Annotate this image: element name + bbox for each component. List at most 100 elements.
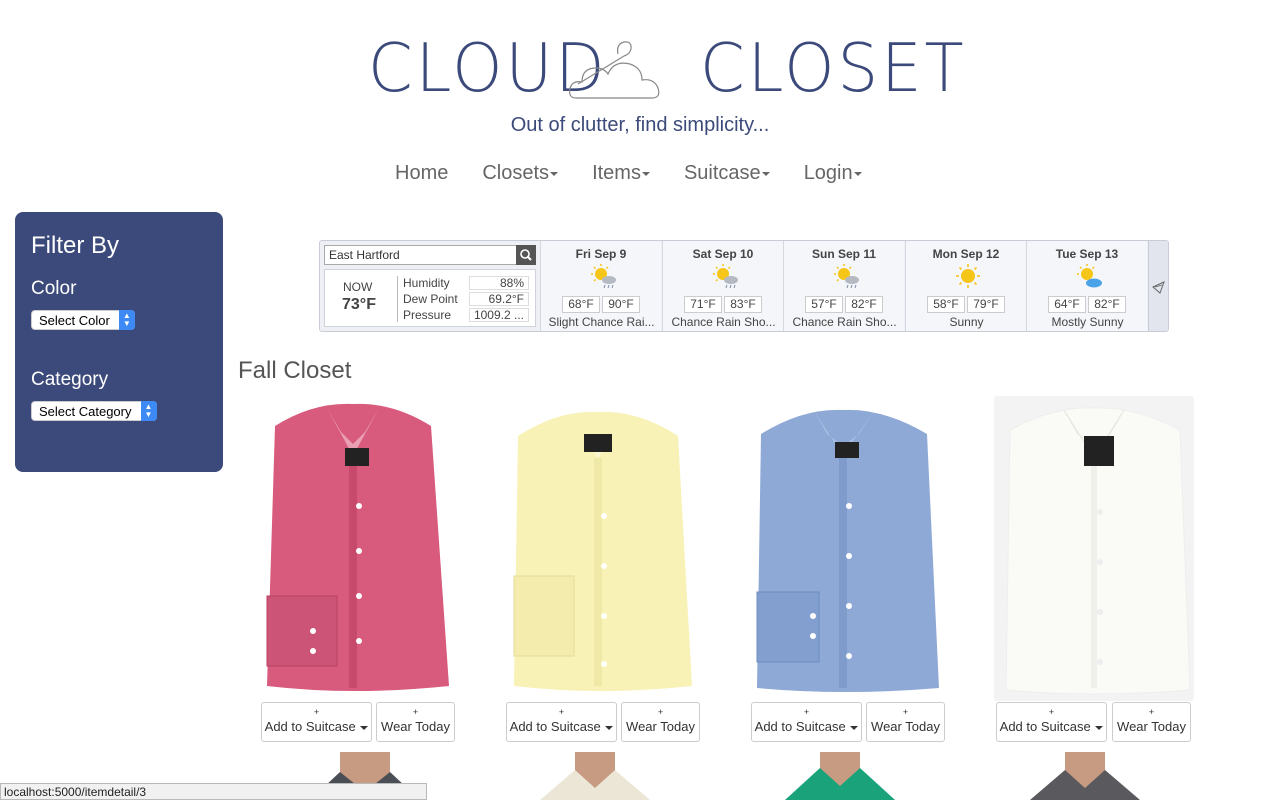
forecast-low: 71°F: [684, 296, 722, 313]
forecast-day: Fri Sep 9 68°F 90°F Slight Chance Rai...: [540, 241, 661, 331]
color-select-value: Select Color: [39, 313, 110, 328]
forecast-day-name: Tue Sep 13: [1055, 247, 1119, 261]
weather-more-button[interactable]: [1148, 241, 1168, 331]
dewpoint-label: Dew Point: [403, 292, 458, 306]
forecast-day: Sat Sep 10 71°F 83°F Chance Rain Sho...: [662, 241, 783, 331]
forecast-day-name: Mon Sep 12: [932, 247, 1000, 261]
nav-items[interactable]: Items: [575, 162, 667, 192]
item-image[interactable]: [253, 396, 453, 701]
dewpoint-value: 69.2°F: [469, 292, 529, 306]
add-to-suitcase-button[interactable]: + Add to Suitcase: [996, 702, 1107, 742]
select-arrows-icon: ▲ ▼: [140, 401, 157, 421]
caret-down-icon: [853, 171, 862, 176]
plus-icon: +: [313, 707, 320, 717]
color-select[interactable]: Select Color ▲ ▼: [31, 310, 135, 330]
forecast-temps: 68°F 90°F: [562, 296, 640, 313]
forecast-day: Sun Sep 11 57°F 82°F Chance Rain Sho...: [783, 241, 904, 331]
next-item-image[interactable]: [785, 752, 895, 800]
plus-icon: +: [902, 707, 909, 717]
wear-today-button[interactable]: + Wear Today: [866, 702, 945, 742]
weather-location-input[interactable]: East Hartford: [324, 245, 536, 265]
add-to-suitcase-button[interactable]: + Add to Suitcase: [506, 702, 617, 742]
plus-icon: +: [1048, 707, 1055, 717]
wear-today-label: Wear Today: [381, 719, 450, 734]
nav-closets[interactable]: Closets: [465, 162, 575, 192]
add-to-suitcase-button[interactable]: + Add to Suitcase: [751, 702, 862, 742]
item-image[interactable]: [743, 396, 943, 701]
next-item-image[interactable]: [540, 752, 650, 800]
caret-down-icon: [360, 725, 369, 730]
wear-today-label: Wear Today: [1117, 719, 1186, 734]
dress-shirt-image: [1005, 407, 1191, 695]
weather-widget: East Hartford NOW 73°F Humidity 88% Dew …: [319, 240, 1169, 332]
tagline: Out of clutter, find simplicity...: [510, 114, 770, 136]
forecast-day-name: Fri Sep 9: [575, 247, 627, 261]
status-bar-url: localhost:5000/itemdetail/3: [0, 783, 427, 800]
forecast-day-name: Sun Sep 11: [811, 247, 877, 261]
plus-icon: +: [803, 707, 810, 717]
add-to-suitcase-button[interactable]: + Add to Suitcase: [261, 702, 372, 742]
caret-down-icon: [850, 725, 859, 730]
forecast-day: Tue Sep 13 64°F 82°F Mostly Sunny: [1026, 241, 1147, 331]
forecast-high: 82°F: [845, 296, 883, 313]
forecast-high: 83°F: [724, 296, 762, 313]
add-to-suitcase-text: Add to Suitcase: [509, 719, 601, 734]
forecast-desc: Sunny: [949, 315, 984, 329]
wear-today-button[interactable]: + Wear Today: [1112, 702, 1191, 742]
nav-suitcase-label: Suitcase: [683, 162, 761, 184]
add-to-suitcase-label: Add to Suitcase: [262, 718, 371, 736]
item-image[interactable]: [994, 396, 1194, 701]
wear-today-button[interactable]: + Wear Today: [376, 702, 455, 742]
forecast-low: 68°F: [562, 296, 600, 313]
add-to-suitcase-label: Add to Suitcase: [752, 718, 861, 736]
forecast-temps: 58°F 79°F: [927, 296, 1005, 313]
add-to-suitcase-text: Add to Suitcase: [999, 719, 1091, 734]
add-to-suitcase-text: Add to Suitcase: [264, 719, 356, 734]
category-label: Category: [31, 369, 109, 390]
plus-icon: +: [412, 707, 419, 717]
forecast-day-name: Sat Sep 10: [692, 247, 754, 261]
nav-suitcase[interactable]: Suitcase: [667, 162, 787, 192]
forecast-desc: Mostly Sunny: [1051, 315, 1124, 329]
nav-items-label: Items: [592, 162, 641, 184]
main-nav: Home Closets Items Suitcase Login: [378, 162, 879, 192]
item-image[interactable]: [498, 396, 698, 701]
category-select[interactable]: Select Category ▲ ▼: [31, 401, 157, 421]
nav-closets-label: Closets: [482, 162, 550, 184]
caret-down-icon: [641, 171, 650, 176]
now-label: NOW: [343, 280, 373, 294]
now-temp: 73°F: [342, 296, 376, 313]
filter-title: Filter By: [31, 232, 120, 259]
search-button[interactable]: [516, 245, 536, 265]
add-to-suitcase-label: Add to Suitcase: [507, 718, 616, 736]
sun-rain-icon: [591, 264, 616, 289]
nav-home-label: Home: [395, 162, 449, 184]
nav-login-label: Login: [803, 162, 853, 184]
plus-icon: +: [1148, 707, 1155, 717]
dress-shirt-image: [756, 409, 939, 692]
forecast-temps: 64°F 82°F: [1048, 296, 1126, 313]
wear-today-button[interactable]: + Wear Today: [621, 702, 700, 742]
forecast-high: 79°F: [967, 296, 1005, 313]
sun-cloud-icon: [1077, 264, 1102, 288]
closet-title: Fall Closet: [238, 357, 352, 384]
weather-now-box: NOW 73°F Humidity 88% Dew Point 69.2°F P…: [324, 269, 536, 327]
plus-icon: +: [558, 707, 565, 717]
filter-sidebar: Filter By Color Select Color ▲ ▼ Category…: [15, 212, 223, 472]
forecast-low: 64°F: [1048, 296, 1086, 313]
pressure-label: Pressure: [403, 308, 452, 322]
caret-down-icon: [605, 725, 614, 730]
weather-current: East Hartford NOW 73°F Humidity 88% Dew …: [320, 241, 540, 331]
weather-location-value: East Hartford: [329, 248, 400, 262]
nav-home[interactable]: Home: [378, 162, 465, 192]
add-to-suitcase-label: Add to Suitcase: [997, 718, 1106, 736]
logo-word-closet: CLOSET: [700, 30, 967, 108]
nav-login[interactable]: Login: [787, 162, 879, 192]
wear-today-label: Wear Today: [626, 719, 695, 734]
dress-shirt-image: [266, 403, 449, 691]
next-item-image[interactable]: [1030, 752, 1140, 800]
add-to-suitcase-text: Add to Suitcase: [754, 719, 846, 734]
forecast-low: 58°F: [927, 296, 965, 313]
wear-today-label: Wear Today: [871, 719, 940, 734]
sun-rain-icon: [834, 264, 859, 289]
